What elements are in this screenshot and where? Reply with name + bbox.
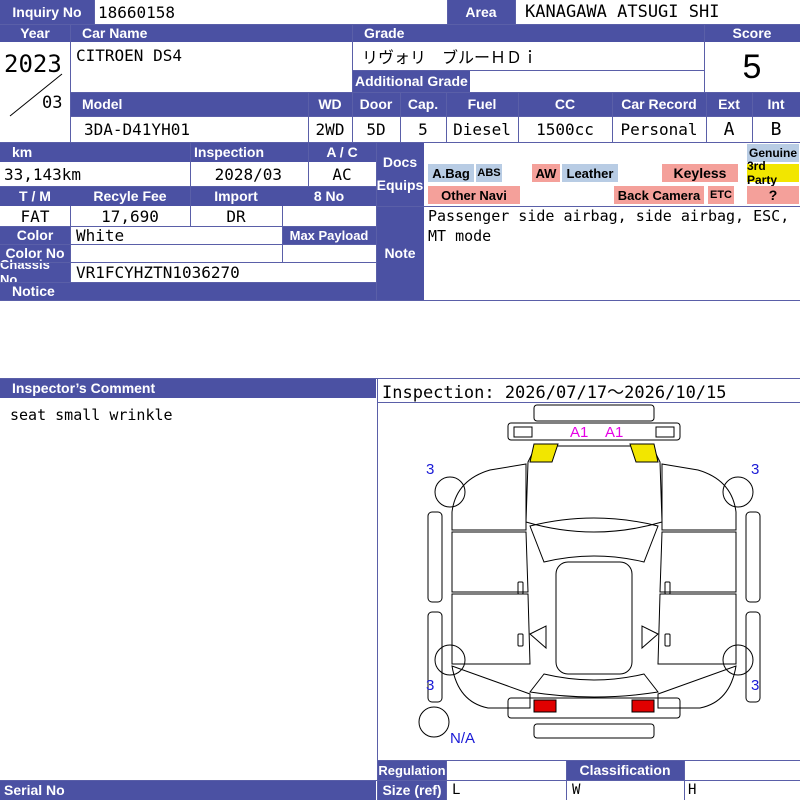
equips-panel: A.Bag ABS AW Leather Keyless Genuine 3rd… xyxy=(424,142,800,206)
max-payload-label: Max Payload xyxy=(282,226,376,244)
car-damage-diagram xyxy=(418,404,761,739)
regulation-value xyxy=(446,760,566,780)
max-payload-value xyxy=(282,244,376,262)
inspectors-comment-value: seat small wrinkle xyxy=(0,398,376,780)
back-camera-badge: Back Camera xyxy=(614,186,704,204)
color-label: Color xyxy=(0,226,70,244)
chassis-no-label: Chassis No xyxy=(0,257,70,287)
recycle-fee-value: 17,690 xyxy=(70,206,190,226)
ac-label: A / C xyxy=(308,142,376,162)
car-record-value: Personal xyxy=(612,116,706,142)
right-headlight-icon xyxy=(629,443,659,463)
cap-value: 5 xyxy=(400,116,446,142)
model-label: Model xyxy=(70,92,308,116)
equips-label: Equips xyxy=(376,177,424,193)
ext-label: Ext xyxy=(706,92,752,116)
inspectors-comment-label: Inspector’s Comment xyxy=(0,378,376,398)
year-value: 2023 xyxy=(4,50,62,78)
color-value: White xyxy=(70,226,282,245)
year-label: Year xyxy=(0,24,70,42)
grade-label: Grade xyxy=(352,24,704,42)
wd-value: 2WD xyxy=(308,116,352,142)
inquiry-no-value: 18660158 xyxy=(94,0,447,24)
left-taillight-icon xyxy=(533,699,557,713)
size-ref-label: Size (ref) xyxy=(378,780,446,800)
score-label: Score xyxy=(704,24,800,42)
tire-depth-rear-right: 3 xyxy=(751,677,760,694)
notice-value xyxy=(0,300,800,378)
other-navi-badge: Other Navi xyxy=(428,186,520,204)
car-name-value: CITROEN DS4 xyxy=(70,42,352,92)
int-value: B xyxy=(752,116,800,142)
classification-value xyxy=(684,760,800,780)
score-value: 5 xyxy=(704,42,800,92)
import-label: Import xyxy=(190,186,282,206)
inquiry-no-label: Inquiry No xyxy=(0,0,94,24)
door-value: 5D xyxy=(352,116,400,142)
keyless-badge: Keyless xyxy=(662,164,738,182)
leather-badge: Leather xyxy=(562,164,618,182)
fuel-value: Diesel xyxy=(446,116,518,142)
km-value: 33,143km xyxy=(0,162,190,186)
note-label: Note xyxy=(376,206,424,300)
size-w-value: W xyxy=(566,780,684,800)
month-value: 03 xyxy=(42,93,63,113)
chassis-no-value: VR1FCYHZTN1036270 xyxy=(70,262,376,282)
regulation-label: Regulation xyxy=(378,760,446,780)
cap-label: Cap. xyxy=(400,92,446,116)
eight-no-value xyxy=(282,206,376,226)
cc-label: CC xyxy=(518,92,612,116)
damage-mark-right: A1 xyxy=(605,424,624,441)
eight-no-label: 8 No xyxy=(282,186,376,206)
tm-label: T / M xyxy=(0,186,70,206)
spare-tire-status: N/A xyxy=(450,730,476,747)
int-label: Int xyxy=(752,92,800,116)
wd-label: WD xyxy=(308,92,352,116)
area-label: Area xyxy=(447,0,515,24)
model-value: 3DA-D41YH01 xyxy=(70,116,308,142)
ext-value: A xyxy=(706,116,752,142)
serial-no-label: Serial No xyxy=(0,780,376,800)
left-headlight-icon xyxy=(529,443,559,463)
import-value: DR xyxy=(190,206,282,226)
area-value: KANAGAWA ATSUGI SHI xyxy=(515,0,800,24)
tire-depth-front-left: 3 xyxy=(426,461,435,478)
inspection-period: Inspection: 2026/07/17～2026/10/15 xyxy=(378,378,800,403)
notice-label: Notice xyxy=(0,282,376,300)
additional-grade-value xyxy=(470,70,704,92)
third-party-badge: 3rd Party xyxy=(747,159,799,187)
note-value: Passenger side airbag, side airbag, ESC,… xyxy=(424,206,800,300)
unknown-badge: ? xyxy=(747,186,799,204)
etc-badge: ETC xyxy=(708,186,734,204)
size-l-value: L xyxy=(446,780,566,800)
tire-depth-front-right: 3 xyxy=(751,461,760,478)
grade-value: リヴォリ ブルーＨＤｉ xyxy=(352,42,704,70)
car-record-label: Car Record xyxy=(612,92,706,116)
abs-badge: ABS xyxy=(476,164,502,182)
car-name-label: Car Name xyxy=(70,24,352,42)
color-no-value xyxy=(70,244,282,262)
aw-badge: AW xyxy=(532,164,560,182)
tm-value: FAT xyxy=(0,206,70,226)
door-label: Door xyxy=(352,92,400,116)
inspection-value: 2028/03 xyxy=(190,162,308,186)
spare-tire-icon xyxy=(418,706,450,738)
recycle-fee-label: Recyle Fee xyxy=(70,186,190,206)
ac-value: AC xyxy=(308,162,376,186)
year-cell: 2023 03 xyxy=(0,42,70,118)
fuel-label: Fuel xyxy=(446,92,518,116)
size-h-value: H xyxy=(684,780,800,800)
classification-label: Classification xyxy=(566,760,684,780)
damage-mark-left: A1 xyxy=(570,424,589,441)
inspection-label: Inspection xyxy=(190,142,308,162)
cc-value: 1500cc xyxy=(518,116,612,142)
docs-label: Docs xyxy=(382,154,418,170)
docs-equips-label: Docs Equips xyxy=(376,142,424,206)
right-taillight-icon xyxy=(631,699,655,713)
additional-grade-label: Additional Grade xyxy=(352,70,470,92)
tire-depth-rear-left: 3 xyxy=(426,677,435,694)
km-label: km xyxy=(0,142,190,162)
abag-badge: A.Bag xyxy=(428,164,474,182)
